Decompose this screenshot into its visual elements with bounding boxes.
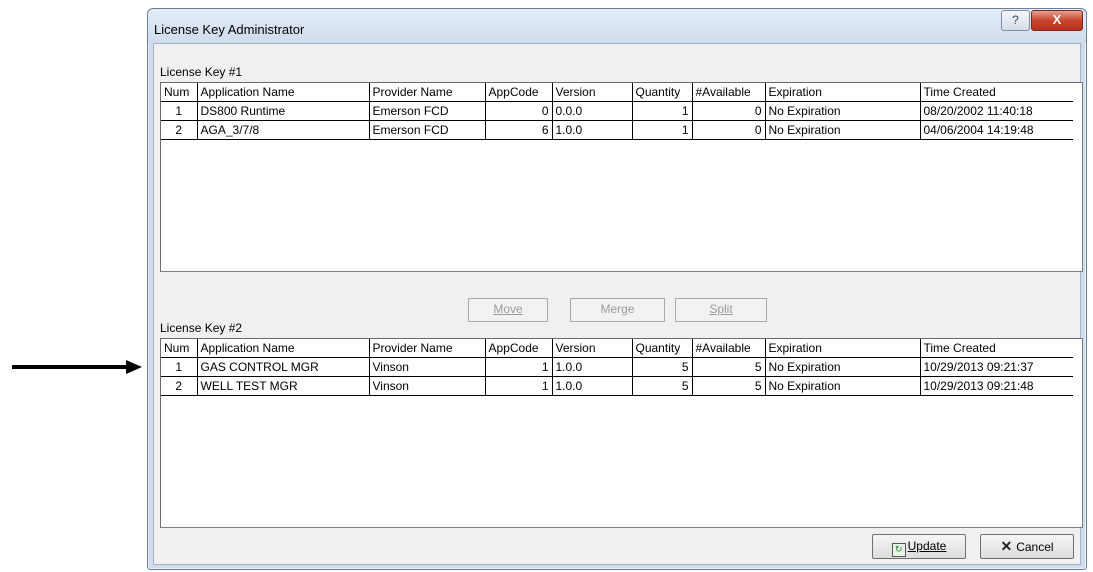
col-appcode[interactable]: AppCode bbox=[485, 339, 553, 358]
col-quantity[interactable]: Quantity bbox=[632, 339, 693, 358]
col-application-name[interactable]: Application Name bbox=[197, 83, 370, 102]
cell-appcode: 1 bbox=[485, 376, 553, 396]
cell-time-created: 08/20/2002 11:40:18 bbox=[920, 101, 1073, 121]
col-version[interactable]: Version bbox=[552, 83, 633, 102]
license-key-administrator-window: License Key Administrator ? X License Ke… bbox=[147, 8, 1087, 570]
dialog-body: License Key #1 Num Application Name Prov… bbox=[153, 43, 1083, 565]
col-expiration[interactable]: Expiration bbox=[765, 339, 921, 358]
window-title: License Key Administrator bbox=[154, 22, 305, 37]
cell-available: 0 bbox=[692, 101, 766, 121]
x-icon: ✕ bbox=[1000, 538, 1013, 554]
merge-button-label: Merge bbox=[600, 302, 635, 316]
cell-appcode: 0 bbox=[485, 101, 553, 121]
cell-provider-name: Emerson FCD bbox=[369, 101, 486, 121]
cell-version: 1.0.0 bbox=[552, 357, 633, 377]
table-row[interactable]: 2 AGA_3/7/8 Emerson FCD 6 1.0.0 1 0 No E… bbox=[161, 120, 1073, 140]
col-provider-name[interactable]: Provider Name bbox=[369, 83, 486, 102]
cell-version: 1.0.0 bbox=[552, 120, 633, 140]
cell-quantity: 1 bbox=[632, 120, 693, 140]
cell-time-created: 10/29/2013 09:21:48 bbox=[920, 376, 1073, 396]
cell-provider-name: Emerson FCD bbox=[369, 120, 486, 140]
cell-application-name: DS800 Runtime bbox=[197, 101, 370, 121]
cell-appcode: 1 bbox=[485, 357, 553, 377]
cell-time-created: 04/06/2004 14:19:48 bbox=[920, 120, 1073, 140]
cell-application-name: WELL TEST MGR bbox=[197, 376, 370, 396]
cell-provider-name: Vinson bbox=[369, 376, 486, 396]
refresh-icon: ↻ bbox=[891, 543, 906, 557]
col-time-created[interactable]: Time Created bbox=[920, 339, 1073, 358]
cell-num: 1 bbox=[161, 101, 198, 121]
col-quantity[interactable]: Quantity bbox=[632, 83, 693, 102]
split-button-label: Split bbox=[709, 302, 733, 316]
cell-num: 2 bbox=[161, 120, 198, 140]
table-row[interactable]: 1 GAS CONTROL MGR Vinson 1 1.0.0 5 5 No … bbox=[161, 357, 1073, 377]
cell-available: 5 bbox=[692, 357, 766, 377]
col-appcode[interactable]: AppCode bbox=[485, 83, 553, 102]
update-button[interactable]: ↻ Update bbox=[872, 534, 966, 559]
license-key-2-grid[interactable]: Num Application Name Provider Name AppCo… bbox=[160, 338, 1083, 528]
cell-time-created: 10/29/2013 09:21:37 bbox=[920, 357, 1073, 377]
cell-expiration: No Expiration bbox=[765, 376, 921, 396]
license-key-2-label: License Key #2 bbox=[160, 321, 243, 335]
col-expiration[interactable]: Expiration bbox=[765, 83, 921, 102]
col-available[interactable]: #Available bbox=[692, 339, 766, 358]
cancel-button[interactable]: ✕ Cancel bbox=[980, 534, 1074, 559]
cell-appcode: 6 bbox=[485, 120, 553, 140]
cell-provider-name: Vinson bbox=[369, 357, 486, 377]
cell-available: 0 bbox=[692, 120, 766, 140]
table-header-row: Num Application Name Provider Name AppCo… bbox=[161, 83, 1073, 102]
arrow-icon bbox=[12, 360, 142, 374]
title-bar: License Key Administrator ? X bbox=[148, 9, 1086, 43]
cell-application-name: GAS CONTROL MGR bbox=[197, 357, 370, 377]
cell-quantity: 1 bbox=[632, 101, 693, 121]
help-button[interactable]: ? bbox=[1001, 10, 1030, 31]
col-num[interactable]: Num bbox=[161, 339, 198, 358]
scrollbar-track[interactable] bbox=[1074, 83, 1082, 271]
cell-num: 1 bbox=[161, 357, 198, 377]
cell-expiration: No Expiration bbox=[765, 101, 921, 121]
col-time-created[interactable]: Time Created bbox=[920, 83, 1073, 102]
table-header-row: Num Application Name Provider Name AppCo… bbox=[161, 339, 1073, 358]
split-button[interactable]: Split bbox=[675, 298, 767, 322]
col-available[interactable]: #Available bbox=[692, 83, 766, 102]
cell-application-name: AGA_3/7/8 bbox=[197, 120, 370, 140]
cell-expiration: No Expiration bbox=[765, 357, 921, 377]
cancel-button-label: Cancel bbox=[1016, 540, 1054, 554]
cell-version: 1.0.0 bbox=[552, 376, 633, 396]
col-application-name[interactable]: Application Name bbox=[197, 339, 370, 358]
cell-quantity: 5 bbox=[632, 376, 693, 396]
col-num[interactable]: Num bbox=[161, 83, 198, 102]
update-button-label: Update bbox=[907, 539, 947, 553]
cell-num: 2 bbox=[161, 376, 198, 396]
close-button[interactable]: X bbox=[1031, 10, 1083, 31]
move-button-label: Move bbox=[493, 302, 523, 316]
table-row[interactable]: 2 WELL TEST MGR Vinson 1 1.0.0 5 5 No Ex… bbox=[161, 376, 1073, 396]
merge-button[interactable]: Merge bbox=[570, 298, 665, 322]
col-version[interactable]: Version bbox=[552, 339, 633, 358]
move-button[interactable]: Move bbox=[468, 298, 548, 322]
cell-expiration: No Expiration bbox=[765, 120, 921, 140]
license-key-1-label: License Key #1 bbox=[160, 65, 243, 79]
cell-available: 5 bbox=[692, 376, 766, 396]
col-provider-name[interactable]: Provider Name bbox=[369, 339, 486, 358]
cell-quantity: 5 bbox=[632, 357, 693, 377]
cell-version: 0.0.0 bbox=[552, 101, 633, 121]
license-key-1-grid[interactable]: Num Application Name Provider Name AppCo… bbox=[160, 82, 1083, 272]
table-row[interactable]: 1 DS800 Runtime Emerson FCD 0 0.0.0 1 0 … bbox=[161, 101, 1073, 121]
license-key-2-table: Num Application Name Provider Name AppCo… bbox=[161, 339, 1073, 396]
license-key-1-table: Num Application Name Provider Name AppCo… bbox=[161, 83, 1073, 140]
